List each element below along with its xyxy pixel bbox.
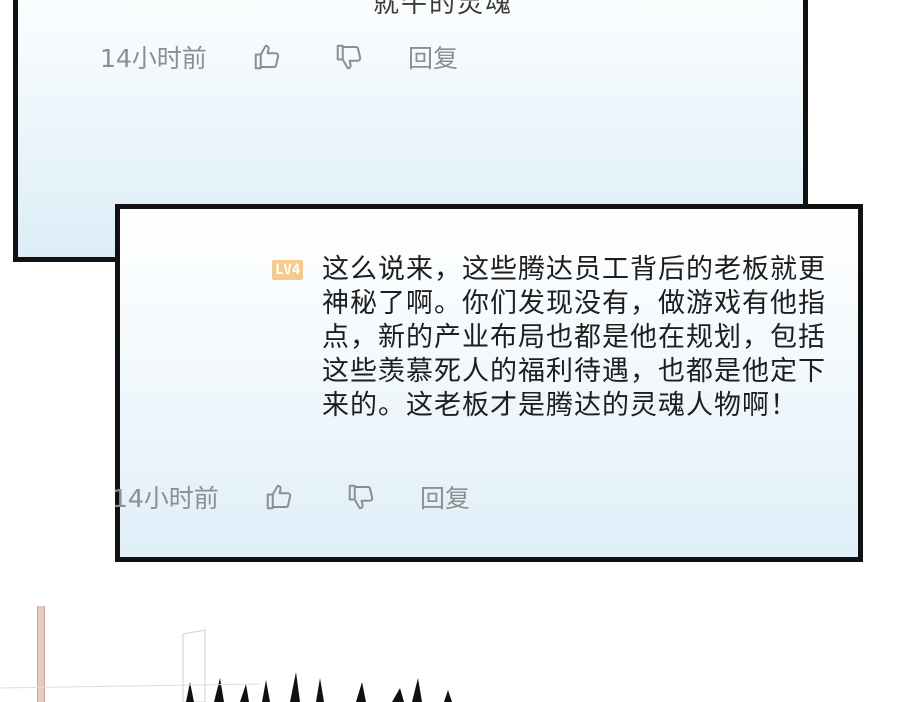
comment-panel-bottom: LV4 这么说来，这些腾达员工背后的老板就更神秘了啊。你们发现没有，做游戏有他指… <box>112 204 863 562</box>
comment-meta-row: 14小时前 回复 <box>112 477 470 517</box>
comment-time: 14小时前 <box>100 44 207 73</box>
comic-page: 就牛的灵魂 14小时前 回复 LV4 这么说来，这些腾达员工背后的老板就更神秘了… <box>0 0 900 702</box>
thumbs-down-icon[interactable] <box>332 40 366 74</box>
user-level-badge: LV4 <box>272 260 304 280</box>
reply-button[interactable]: 回复 <box>408 39 458 75</box>
thumbs-up-icon[interactable] <box>262 480 296 514</box>
thumbs-down-icon[interactable] <box>344 480 378 514</box>
blurred-username <box>122 255 260 283</box>
cropped-comment-text: 就牛的灵魂 <box>373 0 514 19</box>
thumbs-up-icon[interactable] <box>250 40 284 74</box>
reply-button[interactable]: 回复 <box>420 479 470 515</box>
comment-meta-row: 14小时前 回复 <box>100 37 458 77</box>
comment-time: 14小时前 <box>112 484 219 513</box>
comment-text: 这么说来，这些腾达员工背后的老板就更神秘了啊。你们发现没有，做游戏有他指点，新的… <box>322 254 826 421</box>
crowd-spikes-illustration <box>0 629 452 702</box>
